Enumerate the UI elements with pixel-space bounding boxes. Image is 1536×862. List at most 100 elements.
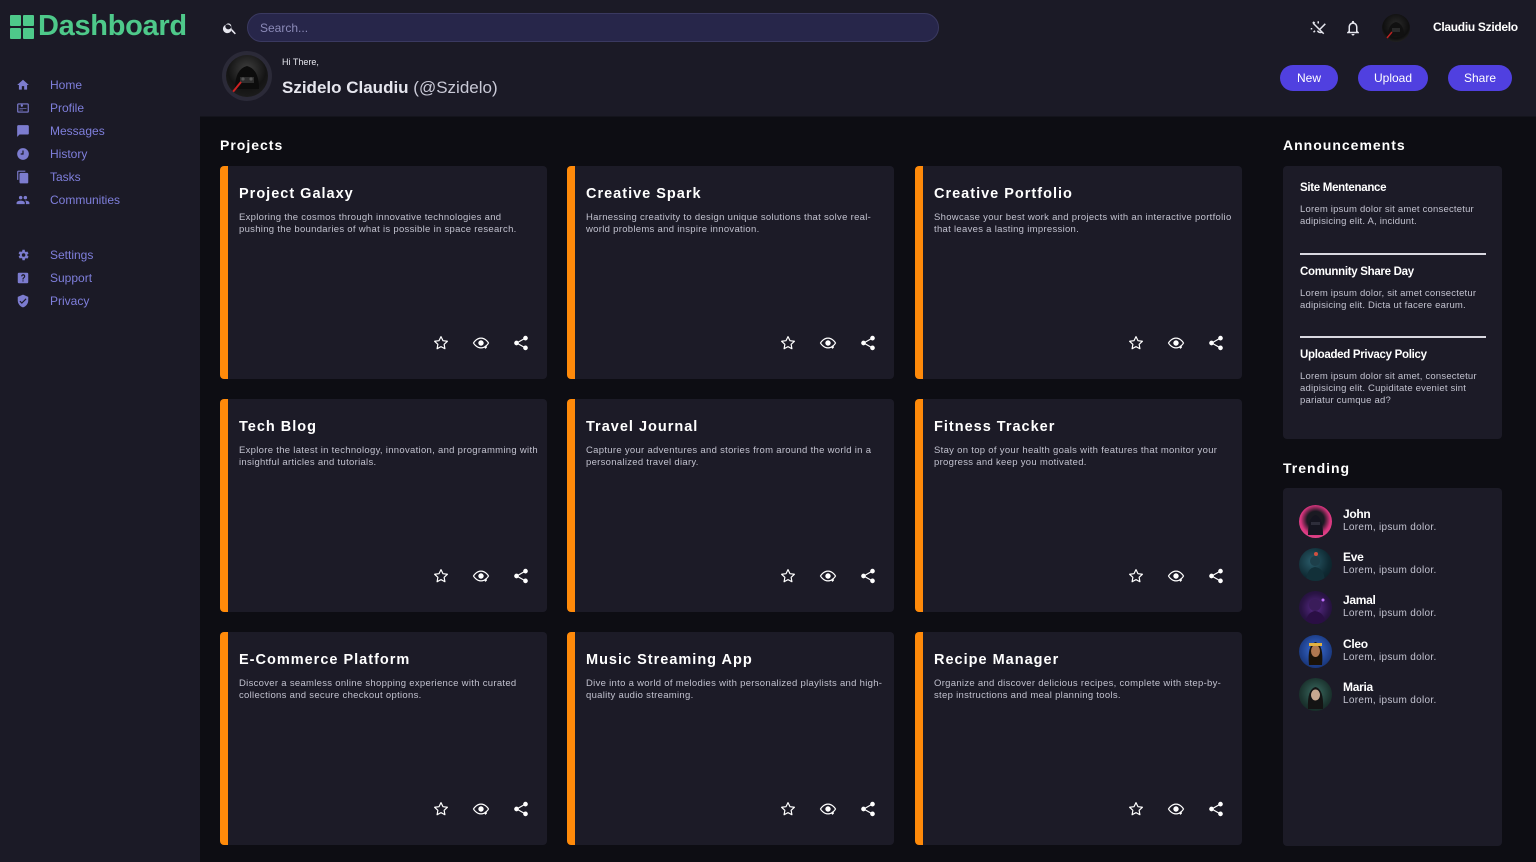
sidebar-item-label: Privacy bbox=[50, 293, 90, 308]
project-card[interactable]: E-Commerce Platform Discover a seamless o… bbox=[220, 632, 547, 845]
share-icon[interactable] bbox=[1207, 567, 1225, 585]
project-card[interactable]: Fitness Tracker Stay on top of your healt… bbox=[915, 399, 1242, 612]
new-button[interactable]: New bbox=[1280, 65, 1338, 91]
watch-icon[interactable] bbox=[472, 334, 490, 352]
trending-subtitle: Lorem, ipsum dolor. bbox=[1343, 695, 1437, 706]
sidebar-item-home[interactable]: Home bbox=[16, 73, 120, 96]
avatar bbox=[1299, 505, 1332, 538]
trending-item[interactable]: Jamal Lorem, ipsum dolor. bbox=[1299, 591, 1489, 625]
share-button[interactable]: Share bbox=[1448, 65, 1512, 91]
project-card[interactable]: Tech Blog Explore the latest in technolog… bbox=[220, 399, 547, 612]
watch-icon[interactable] bbox=[1167, 800, 1185, 818]
trending-subtitle: Lorem, ipsum dolor. bbox=[1343, 522, 1437, 533]
project-title: Travel Journal bbox=[586, 419, 699, 435]
announcement-item[interactable]: Comunnity Share Day Lorem ipsum dolor, s… bbox=[1300, 266, 1486, 312]
user-name[interactable]: Claudiu Szidelo bbox=[1433, 20, 1518, 34]
home-icon bbox=[16, 78, 30, 92]
trending-name: Jamal bbox=[1343, 593, 1376, 607]
trending-subtitle: Lorem, ipsum dolor. bbox=[1343, 565, 1437, 576]
sidebar-item-messages[interactable]: Messages bbox=[16, 119, 120, 142]
greeting: Hi There, bbox=[282, 57, 319, 67]
star-icon[interactable] bbox=[432, 800, 450, 818]
avatar bbox=[1299, 635, 1332, 668]
watch-icon[interactable] bbox=[1167, 567, 1185, 585]
share-icon[interactable] bbox=[1207, 334, 1225, 352]
trending-name: Maria bbox=[1343, 680, 1373, 694]
watch-icon[interactable] bbox=[819, 334, 837, 352]
trending-item[interactable]: Maria Lorem, ipsum dolor. bbox=[1299, 678, 1489, 712]
watch-icon[interactable] bbox=[819, 567, 837, 585]
announcement-item[interactable]: Site Mentenance Lorem ipsum dolor sit am… bbox=[1300, 182, 1486, 228]
announcement-body: Lorem ipsum dolor, sit amet consectetur … bbox=[1300, 288, 1477, 311]
search-icon[interactable] bbox=[222, 20, 238, 36]
project-card[interactable]: Creative Spark Harnessing creativity to d… bbox=[567, 166, 894, 379]
star-icon[interactable] bbox=[432, 334, 450, 352]
sidebar-item-profile[interactable]: Profile bbox=[16, 96, 120, 119]
project-actions bbox=[779, 800, 887, 818]
avatar bbox=[1299, 678, 1332, 711]
watch-icon[interactable] bbox=[819, 800, 837, 818]
watch-icon[interactable] bbox=[472, 800, 490, 818]
star-icon[interactable] bbox=[779, 567, 797, 585]
profile-avatar[interactable] bbox=[222, 51, 272, 101]
star-icon[interactable] bbox=[1127, 800, 1145, 818]
star-icon[interactable] bbox=[779, 800, 797, 818]
profile-name: Szidelo Claudiu (@Szidelo) bbox=[282, 78, 498, 98]
project-description: Explore the latest in technology, innova… bbox=[239, 445, 538, 468]
share-icon[interactable] bbox=[512, 567, 530, 585]
upload-button[interactable]: Upload bbox=[1358, 65, 1428, 91]
share-icon[interactable] bbox=[512, 334, 530, 352]
sidebar-item-history[interactable]: History bbox=[16, 142, 120, 165]
share-icon[interactable] bbox=[859, 800, 877, 818]
bell-icon[interactable] bbox=[1344, 19, 1362, 37]
search-input[interactable] bbox=[247, 13, 939, 42]
project-actions bbox=[432, 334, 540, 352]
document-icon bbox=[16, 170, 30, 184]
sidebar-item-label: Tasks bbox=[50, 169, 81, 184]
project-card[interactable]: Project Galaxy Exploring the cosmos throu… bbox=[220, 166, 547, 379]
trending-item[interactable]: Cleo Lorem, ipsum dolor. bbox=[1299, 635, 1489, 669]
trending-panel: John Lorem, ipsum dolor. Eve Lorem, ipsu… bbox=[1283, 488, 1502, 846]
sidebar-item-settings[interactable]: Settings bbox=[16, 243, 93, 266]
share-icon[interactable] bbox=[859, 567, 877, 585]
sidebar-item-communities[interactable]: Communities bbox=[16, 188, 120, 211]
sidebar-item-tasks[interactable]: Tasks bbox=[16, 165, 120, 188]
sidebar-item-support[interactable]: Support bbox=[16, 266, 93, 289]
share-icon[interactable] bbox=[1207, 800, 1225, 818]
star-icon[interactable] bbox=[1127, 334, 1145, 352]
project-card[interactable]: Music Streaming App Dive into a world of … bbox=[567, 632, 894, 845]
logo-text: Dashboard bbox=[38, 10, 187, 42]
project-title: Fitness Tracker bbox=[934, 419, 1056, 435]
project-description: Capture your adventures and stories from… bbox=[586, 445, 872, 468]
star-icon[interactable] bbox=[1127, 567, 1145, 585]
announcement-divider bbox=[1300, 253, 1486, 255]
trending-name: John bbox=[1343, 507, 1371, 521]
profile-full-name: Szidelo Claudiu bbox=[282, 78, 409, 97]
theme-toggle-icon[interactable] bbox=[1310, 19, 1328, 37]
logo[interactable]: Dashboard bbox=[10, 10, 187, 43]
sidebar-item-privacy[interactable]: Privacy bbox=[16, 289, 93, 312]
share-icon[interactable] bbox=[512, 800, 530, 818]
announcement-title: Uploaded Privacy Policy bbox=[1300, 349, 1427, 361]
announcement-body: Lorem ipsum dolor sit amet, consectetur … bbox=[1300, 371, 1477, 406]
project-actions bbox=[779, 567, 887, 585]
project-card[interactable]: Recipe Manager Organize and discover deli… bbox=[915, 632, 1242, 845]
announcement-item[interactable]: Uploaded Privacy Policy Lorem ipsum dolo… bbox=[1300, 349, 1486, 407]
sidebar-item-label: History bbox=[50, 146, 88, 161]
watch-icon[interactable] bbox=[1167, 334, 1185, 352]
project-card[interactable]: Creative Portfolio Showcase your best wor… bbox=[915, 166, 1242, 379]
main-nav: Home Profile Messages History Tasks Comm… bbox=[16, 73, 120, 211]
trending-item[interactable]: Eve Lorem, ipsum dolor. bbox=[1299, 548, 1489, 582]
announcements-panel: Site Mentenance Lorem ipsum dolor sit am… bbox=[1283, 166, 1502, 439]
star-icon[interactable] bbox=[432, 567, 450, 585]
project-card[interactable]: Travel Journal Capture your adventures an… bbox=[567, 399, 894, 612]
sidebar-item-label: Communities bbox=[50, 192, 121, 207]
watch-icon[interactable] bbox=[472, 567, 490, 585]
user-avatar[interactable] bbox=[1382, 14, 1410, 42]
star-icon[interactable] bbox=[779, 334, 797, 352]
people-icon bbox=[16, 193, 30, 207]
dashboard-grid-icon bbox=[10, 14, 34, 39]
project-description: Exploring the cosmos through innovative … bbox=[239, 212, 517, 235]
share-icon[interactable] bbox=[859, 334, 877, 352]
trending-item[interactable]: John Lorem, ipsum dolor. bbox=[1299, 505, 1489, 539]
